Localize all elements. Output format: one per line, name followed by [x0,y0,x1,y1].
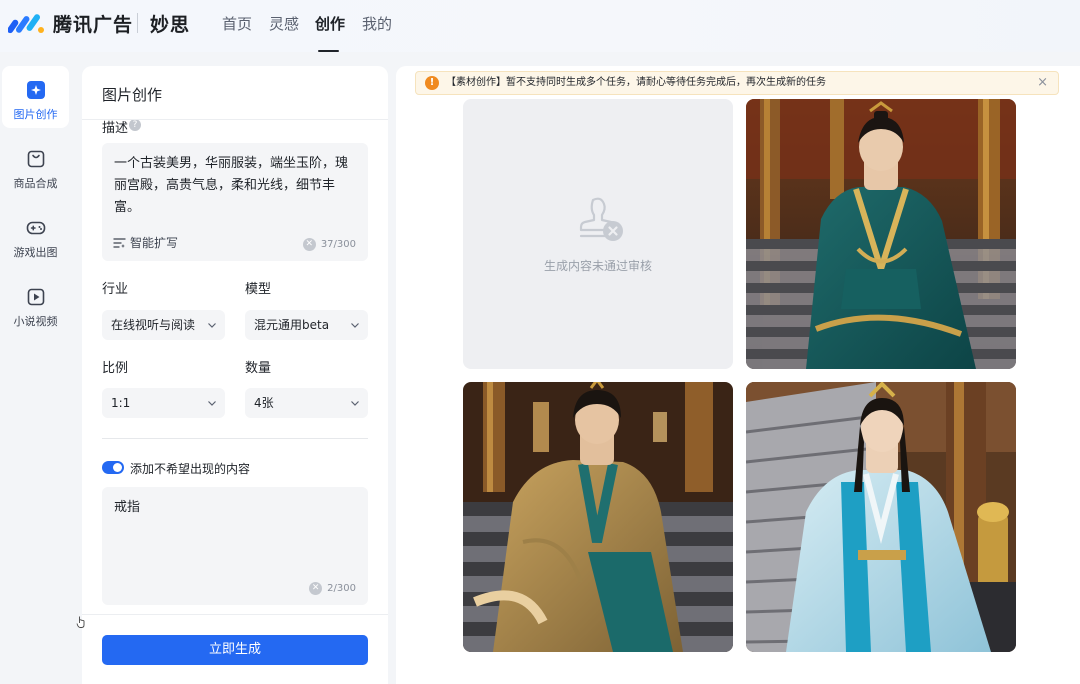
negative-prompt-toggle[interactable] [102,461,124,474]
chevron-down-icon [351,401,359,406]
stamp-rejected-icon [579,197,623,241]
result-image-3[interactable] [463,382,733,652]
panel-header-divider [82,119,388,120]
result-image-2[interactable] [746,99,1016,369]
generated-image-teal-robe [746,99,1016,369]
notice-banner: ! 【素材创作】暂不支持同时生成多个任务，请耐心等待任务完成后，再次生成新的任务… [415,71,1059,95]
industry-value: 在线视听与阅读 [111,318,196,332]
quantity-label: 数量 [245,361,272,376]
sidebar-item-image-create[interactable]: 图片创作 [2,66,69,128]
chevron-down-icon [208,401,216,406]
video-play-icon [27,288,44,306]
brand-name: 腾讯广告 [53,14,134,36]
result-image-blocked[interactable]: 生成内容未通过审核 [463,99,733,369]
sidebar-item-novel-video[interactable]: 小说视频 [2,273,69,335]
nav-active-indicator [318,50,339,52]
negative-char-count: 2/300 [327,583,356,594]
clear-icon[interactable]: ✕ [302,238,316,251]
industry-label: 行业 [102,282,129,297]
description-char-count: 37/300 [320,239,356,250]
ratio-value: 1:1 [111,396,131,410]
expand-lines-icon [113,237,126,248]
nav-home[interactable]: 首页 [222,13,252,34]
creation-form-panel: 描述 ? 图片创作 一个古装美男，华丽服装，端坐玉阶，瑰丽宫殿，高贵气息，柔和光… [82,66,388,684]
footer-divider [82,614,388,615]
result-image-4[interactable] [746,382,1016,652]
nav-create[interactable]: 创作 [315,13,345,34]
chevron-down-icon [208,323,216,328]
model-value: 混元通用beta [254,318,330,332]
panel-title: 图片创作 [102,86,163,104]
sidebar-item-game-art[interactable]: 游戏出图 [2,204,69,266]
sidebar-item-product-compose[interactable]: 商品合成 [2,135,69,197]
clear-icon[interactable]: ✕ [309,582,323,595]
tencent-ads-logo[interactable] [8,11,46,35]
negative-prompt-counter: ✕ 2/300 [309,582,356,595]
quantity-value: 4张 [254,396,274,410]
shopping-bag-icon [27,150,44,168]
close-icon[interactable]: × [1037,72,1048,94]
quantity-select[interactable]: 4张 [245,388,368,418]
smart-expand-button[interactable]: 智能扩写 [113,234,178,251]
image-sparkle-icon [26,81,45,99]
sidebar: 图片创作 商品合成 游戏出图 小说视频 [0,62,74,684]
results-area: ! 【素材创作】暂不支持同时生成多个任务，请耐心等待任务完成后，再次生成新的任务… [396,66,1080,684]
gamepad-icon [26,221,45,235]
model-select[interactable]: 混元通用beta [245,310,368,340]
ratio-select[interactable]: 1:1 [102,388,225,418]
model-label: 模型 [245,282,272,297]
negative-prompt-input[interactable]: 戒指 ✕ 2/300 [102,487,368,605]
sidebar-item-label: 商品合成 [13,177,58,190]
sidebar-item-label: 图片创作 [13,108,58,121]
smart-expand-label: 智能扩写 [130,236,179,250]
description-counter: ✕ 37/300 [302,238,356,251]
chevron-down-icon [351,323,359,328]
description-text[interactable]: 一个古装美男，华丽服装，端坐玉阶，瑰丽宫殿，高贵气息，柔和光线，细节丰富。 [114,153,356,219]
sidebar-item-label: 游戏出图 [13,246,58,259]
description-input[interactable]: 一个古装美男，华丽服装，端坐玉阶，瑰丽宫殿，高贵气息，柔和光线，细节丰富。 智能… [102,143,368,261]
warning-icon: ! [425,76,439,90]
generated-image-blue-robe [746,382,1016,652]
negative-prompt-label: 添加不希望出现的内容 [130,462,251,476]
nav-mine[interactable]: 我的 [362,13,392,34]
sidebar-item-label: 小说视频 [13,315,58,328]
top-nav-bar: 腾讯广告 妙思 首页 灵感 创作 我的 [0,0,1080,52]
notice-text: 【素材创作】暂不支持同时生成多个任务，请耐心等待任务完成后，再次生成新的任务 [446,77,826,88]
hand-cursor-icon [76,616,85,628]
generated-image-gold-robe [463,382,733,652]
negative-prompt-text[interactable]: 戒指 [114,497,356,519]
generate-button[interactable]: 立即生成 [102,635,368,665]
blocked-message: 生成内容未通过审核 [543,259,652,273]
industry-select[interactable]: 在线视听与阅读 [102,310,225,340]
ratio-label: 比例 [102,361,129,376]
help-icon[interactable]: ? [129,120,141,131]
brand-divider [137,13,138,33]
product-name: 妙思 [150,14,191,36]
nav-inspiration[interactable]: 灵感 [269,13,299,34]
section-divider [102,438,368,439]
